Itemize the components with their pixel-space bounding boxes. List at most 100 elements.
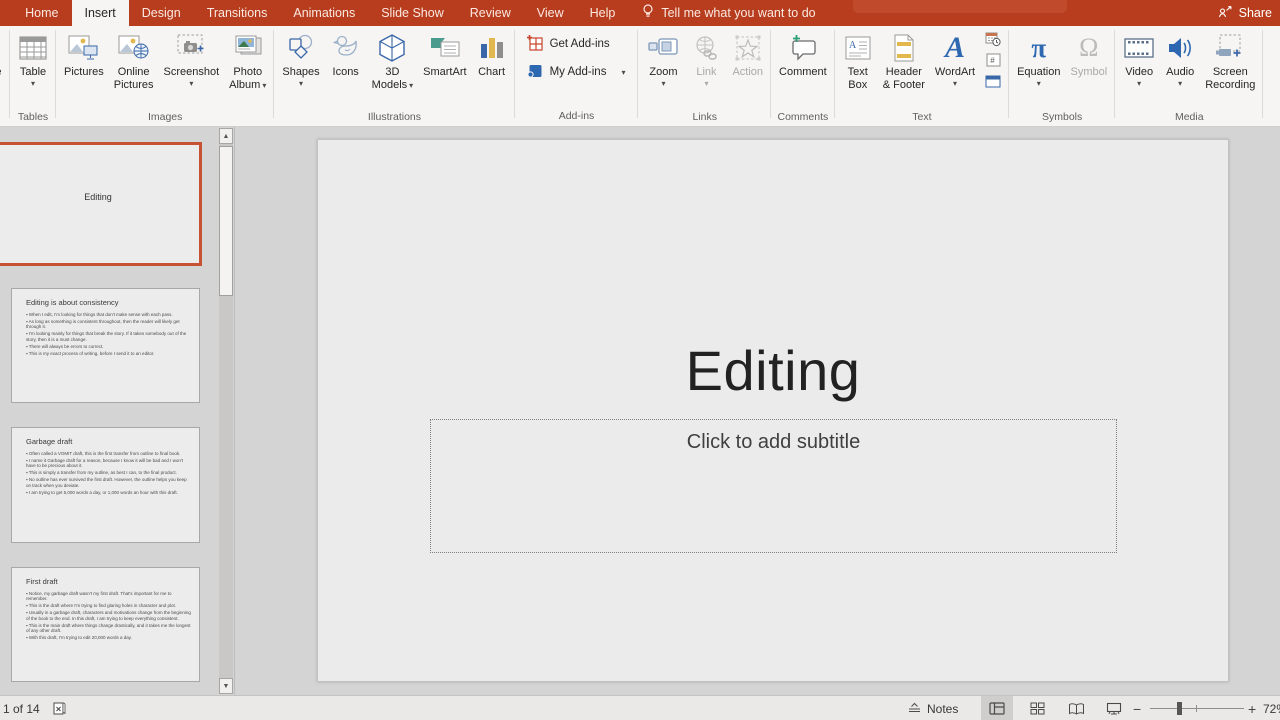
zoom-link-icon [646,30,680,66]
equation-label: Equation [1017,66,1060,79]
zoom-percentage[interactable]: 72% [1263,696,1280,720]
comment-button[interactable]: Comment [774,26,832,110]
screen-recording-icon [1213,30,1247,66]
group-label-links: Links [641,110,768,126]
my-add-ins-button[interactable]: My Add-ins ▾ [518,54,636,82]
tab-slide-show[interactable]: Slide Show [368,0,457,26]
slide-thumbnail-4[interactable]: First draft ▪ Notice, my garbage draft w… [11,567,200,682]
tab-view[interactable]: View [524,0,577,26]
group-label-images: Images [59,110,271,126]
smartart-icon [427,30,463,66]
tab-insert[interactable]: Insert [72,0,129,26]
slide-show-button[interactable] [1098,696,1130,720]
icons-button[interactable]: Icons [325,26,367,110]
tab-review[interactable]: Review [457,0,524,26]
screen-recording-button[interactable]: Screen Recording [1200,26,1260,110]
smartart-button[interactable]: SmartArt [418,26,471,110]
audio-button[interactable]: Audio ▾ [1160,26,1200,110]
slide-sorter-view-button[interactable] [1021,696,1053,720]
slide-surface[interactable]: Editing Click to add subtitle [317,139,1229,682]
equation-icon: π [1031,30,1046,66]
equation-button[interactable]: π Equation ▾ [1012,26,1065,110]
reading-view-button[interactable] [1060,696,1092,720]
tab-file[interactable]: File [0,0,12,26]
chart-button[interactable]: Chart [472,26,512,110]
new-slide-button[interactable]: New Slide ▾ [0,26,7,110]
3d-models-button[interactable]: 3D Models▾ [367,26,418,110]
header-footer-button[interactable]: Header & Footer [878,26,930,110]
slide-title-text[interactable]: Editing [318,338,1228,403]
link-icon [690,30,722,66]
slide-number-button[interactable]: # [984,52,1002,68]
screenshot-icon [174,30,208,66]
new-slide-label: New Slide [0,66,2,79]
subtitle-placeholder-box[interactable]: Click to add subtitle [430,419,1117,553]
thumbnail-scrollbar-thumb[interactable] [219,146,233,296]
svg-text:A: A [849,40,857,51]
zoom-out-button[interactable]: − [1133,696,1141,720]
audio-icon [1165,30,1195,66]
tab-design[interactable]: Design [129,0,194,26]
thumbnail-4-bullets: ▪ Notice, my garbage draft wasn't my fir… [26,591,191,642]
scroll-down-icon[interactable]: ▼ [219,678,233,694]
notes-icon [908,702,921,716]
action-button: Action [727,26,768,110]
video-label: Video [1125,66,1153,79]
video-button[interactable]: Video ▾ [1118,26,1160,110]
tab-home[interactable]: Home [12,0,71,26]
object-button[interactable] [984,73,1002,89]
slide-thumbnail-3[interactable]: Garbage draft ▪ Often called a VOMIT dra… [11,427,200,543]
link-label: Link [696,66,716,79]
zoom-in-button[interactable]: + [1248,696,1256,720]
group-label-text: Text [838,110,1006,126]
share-label: Share [1239,6,1272,20]
share-button[interactable]: Share [1218,0,1272,26]
online-pictures-icon [117,30,151,66]
group-label-comments: Comments [774,110,832,126]
online-pictures-button[interactable]: Online Pictures [109,26,159,110]
action-icon [733,30,763,66]
dropdown-arrow: ▾ [262,81,266,90]
3d-models-label-1: 3D [385,66,399,79]
thumbnail-2-bullets: ▪ When I edit, I'm looking for things th… [26,312,191,358]
pictures-button[interactable]: Pictures [59,26,109,110]
text-box-label-1: Text [848,66,868,79]
group-tables: Table ▾ Tables [10,26,56,126]
screenshot-label: Screenshot [164,66,220,79]
normal-view-button[interactable] [981,696,1013,720]
thumbnail-2-title: Editing is about consistency [26,298,119,307]
tell-me-box[interactable]: Tell me what you want to do [642,0,815,26]
get-add-ins-icon [526,34,543,54]
spellcheck-button[interactable] [52,696,67,720]
slide-thumbnail-1-selected[interactable]: Editing [0,142,202,266]
thumbnail-1-title: Editing [0,192,199,202]
online-pictures-label-2: Pictures [114,79,154,92]
zoom-slider-thumb[interactable] [1177,702,1182,715]
notes-toggle-button[interactable]: Notes [908,696,958,720]
text-box-button[interactable]: A Text Box [838,26,878,110]
wordart-button[interactable]: A WordArt ▾ [930,26,980,110]
3d-models-icon [376,30,408,66]
date-time-button[interactable] [984,31,1002,47]
shapes-button[interactable]: Shapes ▾ [277,26,324,110]
screenshot-button[interactable]: Screenshot ▾ [159,26,225,110]
slide-thumbnail-2[interactable]: Editing is about consistency ▪ When I ed… [11,288,200,403]
tab-animations[interactable]: Animations [280,0,368,26]
tab-help[interactable]: Help [577,0,629,26]
zoom-slider-track[interactable] [1150,708,1244,709]
scroll-up-icon[interactable]: ▲ [219,128,233,144]
group-label-symbols: Symbols [1012,110,1112,126]
photo-album-button[interactable]: Photo Album▾ [224,26,271,110]
icons-duck-icon [330,30,362,66]
header-footer-icon [891,30,917,66]
zoom-button[interactable]: Zoom ▾ [641,26,685,110]
shapes-icon [284,30,318,66]
get-add-ins-label: Get Add-ins [550,38,610,50]
table-button[interactable]: Table ▾ [13,26,53,110]
symbol-label: Symbol [1071,66,1108,79]
tab-transitions[interactable]: Transitions [194,0,281,26]
table-label: Table [20,66,46,79]
action-label: Action [732,66,763,79]
get-add-ins-button[interactable]: Get Add-ins [518,26,620,54]
status-bar: 1 of 14 Notes − + 72% [0,695,1280,720]
